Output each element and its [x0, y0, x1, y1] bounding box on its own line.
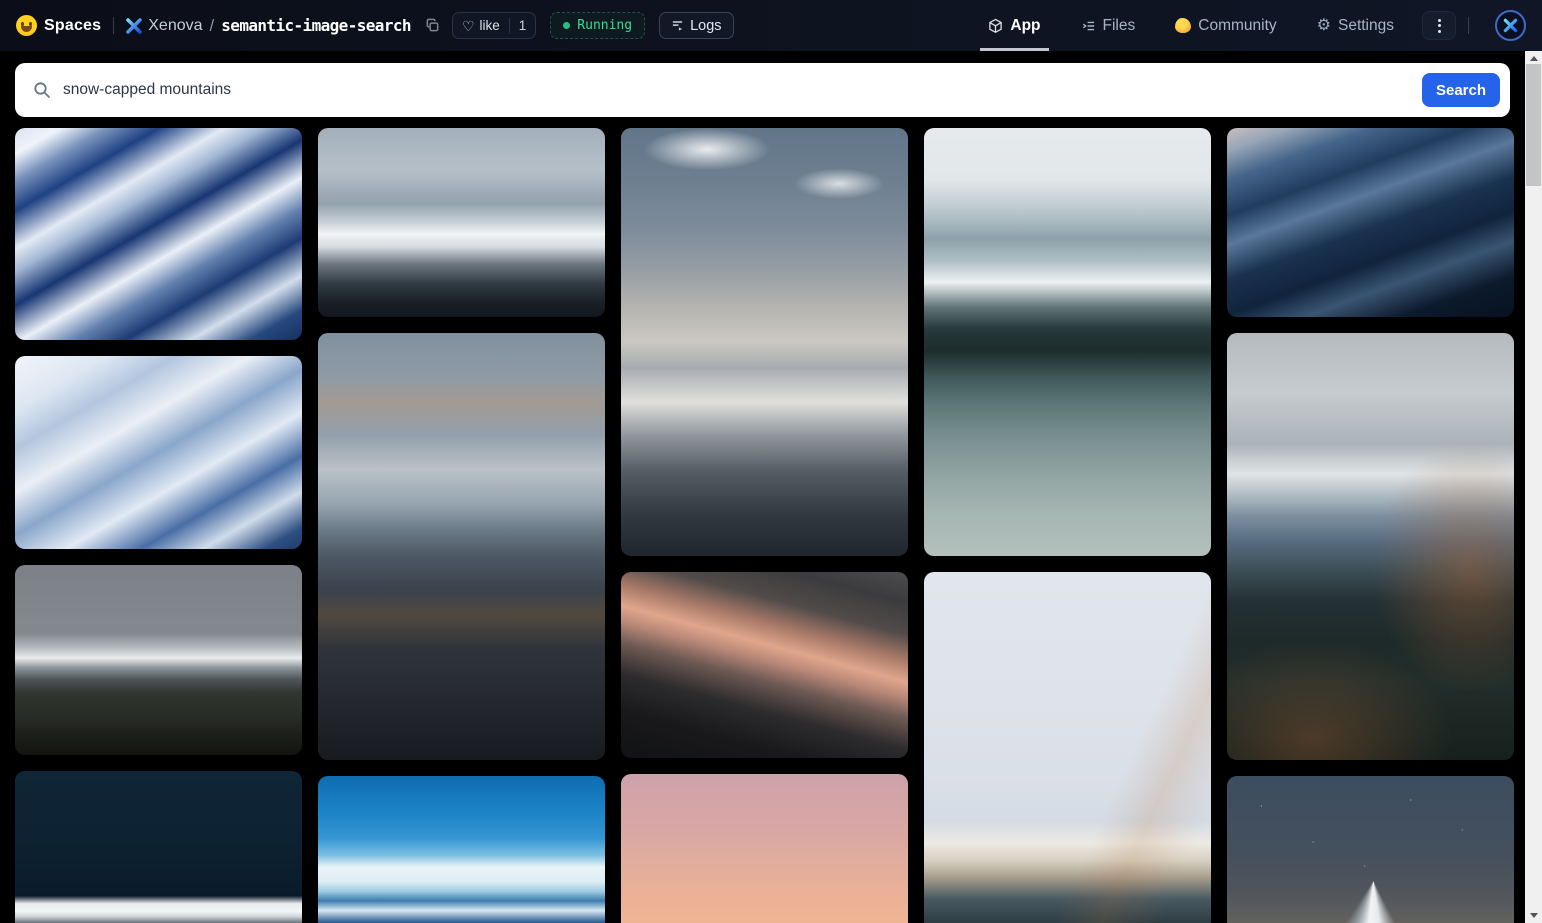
- tab-community[interactable]: Community: [1173, 0, 1278, 51]
- search-input[interactable]: [63, 81, 1422, 99]
- header-right-nav: App Files Community ⚙ Settings: [950, 0, 1526, 51]
- like-count[interactable]: 1: [509, 18, 536, 33]
- space-name-link[interactable]: semantic-image-search: [221, 16, 411, 35]
- huggingface-logo-icon: [16, 15, 37, 36]
- tab-files-label: Files: [1103, 17, 1136, 35]
- result-image-starry-sky-snow-peak[interactable]: [1227, 776, 1514, 923]
- scrollbar-thumb[interactable]: [1526, 64, 1541, 186]
- arrow-up-icon: [1530, 56, 1538, 61]
- grid-column: [924, 128, 1211, 923]
- status-label: Running: [577, 18, 632, 33]
- grid-column: [621, 128, 908, 923]
- result-image-night-sky-snow-ridge[interactable]: [15, 771, 302, 923]
- divider: [1468, 17, 1469, 34]
- gear-icon: ⚙: [1317, 18, 1331, 34]
- like-button[interactable]: ♡ like 1: [452, 12, 536, 39]
- tab-community-label: Community: [1198, 17, 1276, 35]
- result-image-aerial-snowfield-plateau[interactable]: [15, 356, 302, 549]
- result-image-pink-sunset-sky[interactable]: [621, 774, 908, 923]
- breadcrumb: Xenova / semantic-image-search: [126, 16, 440, 36]
- divider: [113, 17, 114, 34]
- status-badge[interactable]: Running: [550, 12, 645, 39]
- vertical-scrollbar[interactable]: [1525, 51, 1542, 923]
- logs-label: Logs: [690, 18, 721, 34]
- like-label: like: [480, 18, 500, 33]
- tab-app-label: App: [1010, 17, 1040, 35]
- files-icon: [1081, 19, 1096, 33]
- copy-icon[interactable]: [425, 18, 440, 33]
- search-magnifier-icon: [33, 81, 51, 99]
- logs-icon: [671, 19, 684, 32]
- search-bar: Search: [15, 63, 1510, 117]
- result-image-autumn-larch-snow-peaks[interactable]: [1227, 333, 1514, 760]
- user-avatar[interactable]: [1495, 10, 1526, 41]
- kebab-menu-icon: [1438, 19, 1441, 33]
- result-image-aerial-deep-blue-alps[interactable]: [15, 128, 302, 340]
- image-grid: [15, 128, 1542, 923]
- tab-files[interactable]: Files: [1079, 0, 1138, 51]
- scroll-down-button[interactable]: [1525, 908, 1542, 923]
- spaces-label[interactable]: Spaces: [44, 17, 101, 35]
- result-image-lenticular-cloud-blue-peaks[interactable]: [318, 776, 605, 923]
- huggingface-brand[interactable]: Spaces: [16, 15, 101, 36]
- result-image-hazy-summit-portrait[interactable]: [621, 128, 908, 556]
- app-cube-icon: [988, 18, 1003, 34]
- result-image-alpenglow-summit-dusk[interactable]: [621, 572, 908, 758]
- result-image-craggy-peak-portrait[interactable]: [318, 333, 605, 760]
- grid-column: [1227, 128, 1514, 923]
- running-dot-icon: [563, 22, 570, 29]
- owner-link[interactable]: Xenova: [148, 17, 202, 35]
- tab-settings[interactable]: ⚙ Settings: [1315, 0, 1396, 51]
- search-button[interactable]: Search: [1422, 73, 1500, 107]
- result-image-snowy-ridge-cloudy-sky[interactable]: [318, 128, 605, 317]
- breadcrumb-separator: /: [210, 16, 215, 36]
- tab-settings-label: Settings: [1338, 17, 1394, 35]
- kebab-menu-button[interactable]: [1422, 11, 1456, 40]
- grid-column: [318, 128, 605, 923]
- grid-column: [15, 128, 302, 923]
- result-image-dusk-layered-ridges-aerial[interactable]: [1227, 128, 1514, 317]
- tab-app[interactable]: App: [986, 0, 1042, 51]
- logs-button[interactable]: Logs: [659, 12, 733, 39]
- result-image-dolomite-spires-forest[interactable]: [924, 572, 1211, 923]
- x-owner-logo-icon: [126, 18, 142, 34]
- result-image-lake-mirror-reflection[interactable]: [924, 128, 1211, 556]
- x-avatar-logo-icon: [1503, 18, 1518, 33]
- heart-icon: ♡: [462, 19, 475, 33]
- community-blob-icon: [1175, 18, 1191, 33]
- top-navbar: Spaces Xenova / semantic-image-search ♡ l…: [0, 0, 1542, 51]
- result-image-misty-peak-forest-village[interactable]: [15, 565, 302, 755]
- arrow-down-icon: [1530, 913, 1538, 918]
